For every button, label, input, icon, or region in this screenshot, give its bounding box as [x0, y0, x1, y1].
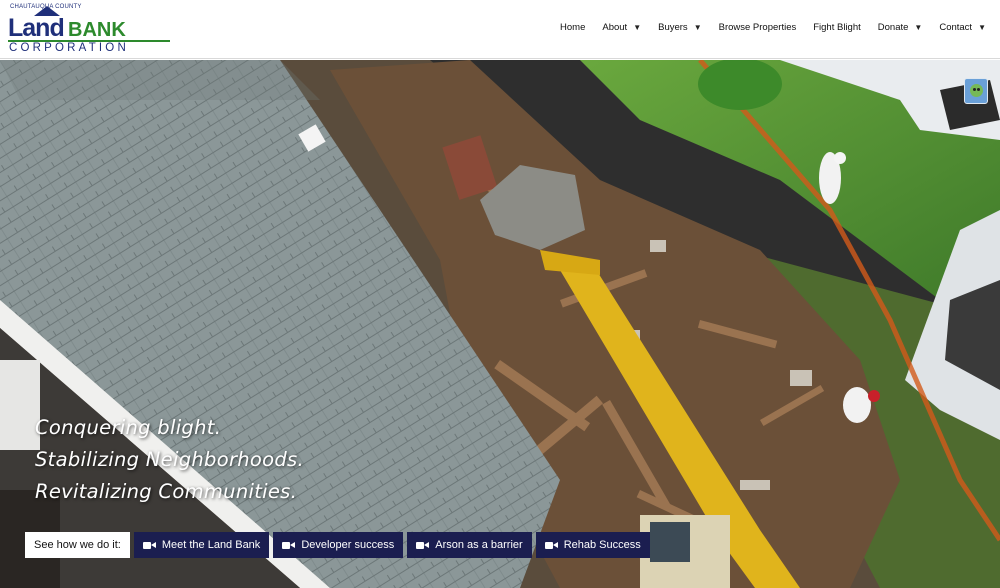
hero-banner: Conquering blight. Stabilizing Neighborh…: [0, 60, 1000, 588]
main-nav: Home About ▼ Buyers ▼ Browse Properties Fi…: [543, 22, 986, 33]
button-label: See how we do it:: [34, 539, 121, 551]
nav-donate[interactable]: Donate ▼: [878, 22, 923, 33]
video-camera-icon: [544, 541, 558, 550]
see-how-label: See how we do it:: [25, 532, 130, 558]
rehab-success-button[interactable]: Rehab Success: [535, 532, 650, 558]
hero-demolition-photo: [0, 60, 1000, 588]
nav-label: Home: [560, 22, 586, 33]
nav-label: Browse Properties: [718, 22, 797, 33]
tagline-revitalizing: Revitalizing Communities.: [35, 480, 298, 503]
nav-about[interactable]: About ▼: [602, 22, 641, 33]
video-buttons-row: See how we do it: Meet the Land Bank Dev…: [25, 532, 654, 558]
video-camera-icon: [142, 541, 156, 550]
logo-bank: BANK: [68, 19, 126, 41]
nav-browse-properties[interactable]: Browse Properties: [719, 22, 797, 33]
nav-label: About: [602, 22, 628, 33]
nav-buyers[interactable]: Buyers ▼: [658, 22, 702, 33]
logo-county: CHAUTAUQUA COUNTY: [10, 4, 82, 10]
video-camera-icon: [282, 541, 296, 550]
nav-label: Donate: [877, 22, 909, 33]
arson-as-a-barrier-button[interactable]: Arson as a barrier: [407, 532, 532, 558]
nav-label: Fight Blight: [813, 22, 861, 33]
button-label: Rehab Success: [563, 539, 641, 551]
nav-label: Buyers: [658, 22, 688, 33]
zombie-badge-icon[interactable]: [964, 78, 988, 104]
hero-taglines: Conquering blight. Stabilizing Neighborh…: [35, 412, 304, 508]
developer-success-button[interactable]: Developer success: [273, 532, 404, 558]
tagline-conquering: Conquering blight.: [35, 416, 222, 439]
tagline-stabilizing: Stabilizing Neighborhoods.: [35, 448, 305, 471]
caret-down-icon: ▼: [693, 23, 702, 32]
nav-home[interactable]: Home: [560, 22, 585, 33]
caret-down-icon: ▼: [914, 23, 923, 32]
meet-the-land-bank-button[interactable]: Meet the Land Bank: [133, 532, 270, 558]
nav-contact[interactable]: Contact ▼: [939, 22, 986, 33]
caret-down-icon: ▼: [633, 23, 642, 32]
site-header: CHAUTAUQUA COUNTY Land BANK CORPORATION …: [0, 0, 1000, 59]
nav-label: Contact: [939, 22, 973, 33]
nav-fight-blight[interactable]: Fight Blight: [813, 22, 861, 33]
button-label: Developer success: [301, 539, 395, 551]
video-camera-icon: [416, 541, 430, 550]
logo-corporation: CORPORATION: [9, 42, 129, 54]
logo-land: Land: [8, 14, 65, 42]
button-label: Arson as a barrier: [435, 539, 523, 551]
button-label: Meet the Land Bank: [161, 539, 261, 551]
caret-down-icon: ▼: [978, 23, 986, 32]
land-bank-logo[interactable]: CHAUTAUQUA COUNTY Land BANK CORPORATION: [8, 4, 178, 54]
